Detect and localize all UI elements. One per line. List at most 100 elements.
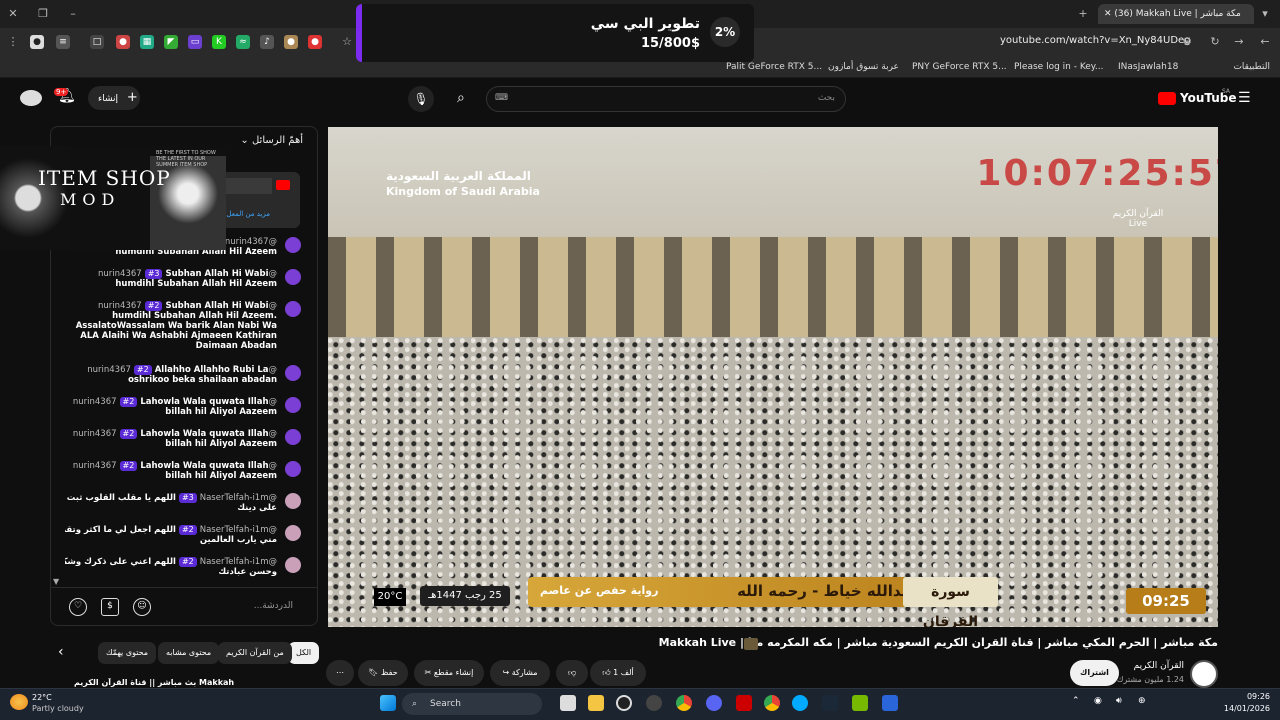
extension-icon[interactable]: ●	[116, 35, 130, 49]
avatar[interactable]	[285, 461, 301, 477]
reload-icon[interactable]: ↻	[1208, 35, 1222, 49]
avatar[interactable]	[285, 397, 301, 413]
extension-icon[interactable]: ▦	[140, 35, 154, 49]
new-tab-icon[interactable]: +	[1076, 7, 1090, 21]
bookmark-item[interactable]: PNY GeForce RTX 5...	[912, 61, 1007, 73]
extension-icon[interactable]: ▭	[188, 35, 202, 49]
speaker-icon[interactable]: ♪	[260, 35, 274, 49]
chevron-left-icon[interactable]: ‹	[58, 644, 64, 660]
scroll-down-icon[interactable]: ▼	[53, 577, 59, 586]
extension-icon[interactable]: ◤	[164, 35, 178, 49]
chat-username[interactable]: @NaserTelfah-i1m	[200, 557, 277, 567]
avatar[interactable]	[285, 269, 301, 285]
keyboard-icon[interactable]: ⌨	[495, 93, 508, 103]
app-icon[interactable]	[736, 695, 752, 711]
minimize-icon[interactable]: –	[66, 7, 80, 21]
extension-icon[interactable]: ●	[308, 35, 322, 49]
network-icon[interactable]: ◉	[1094, 696, 1102, 706]
address-bar[interactable]: youtube.com/watch?v=Xn_Ny84UDeg	[1000, 35, 1191, 46]
avatar[interactable]	[20, 90, 42, 106]
globe-icon[interactable]: ⊕	[1138, 696, 1146, 706]
chat-input[interactable]: الدردشة...	[254, 601, 293, 611]
channel-avatar[interactable]	[1190, 660, 1218, 688]
dislike-button[interactable]: 👎︎	[556, 660, 588, 686]
video-player[interactable]: المملكة العربية السعودية Kingdom of Saud…	[328, 127, 1218, 627]
chat-username[interactable]: @NaserTelfah-i1m	[200, 493, 277, 503]
discord-icon[interactable]	[706, 695, 722, 711]
chrome-icon[interactable]	[764, 695, 780, 711]
weather-icon[interactable]	[10, 694, 28, 710]
weather-temp[interactable]: 22°C	[32, 693, 52, 702]
tag-similar[interactable]: محتوى مشابه	[158, 642, 220, 664]
next-video-title[interactable]: بث مباشر || قناة القرآن الكريم Makkah	[74, 678, 318, 688]
app-icon[interactable]	[616, 695, 632, 711]
extension-icon[interactable]: ●	[284, 35, 298, 49]
tag-for-you[interactable]: محتوى يهمّك	[98, 642, 157, 664]
currency-icon[interactable]: $	[101, 598, 119, 616]
search-input[interactable]: ⌕ ⌨ بحث	[457, 86, 846, 112]
tag-all[interactable]: الكل	[288, 642, 320, 664]
hamburger-menu-icon[interactable]: ☰	[1238, 90, 1251, 106]
avatar[interactable]	[285, 429, 301, 445]
chat-username[interactable]: @NaserTelfah-i1m	[200, 525, 277, 535]
forward-icon[interactable]: →	[1232, 35, 1246, 49]
save-button[interactable]: 🔖︎ حفظ	[358, 660, 408, 686]
chat-mode-dropdown[interactable]: أهمّ الرسائل ⌄	[240, 135, 303, 146]
tray-overflow-icon[interactable]: ⌃	[1072, 696, 1080, 706]
avatar[interactable]	[285, 493, 301, 509]
extension-icon[interactable]: □	[90, 35, 104, 49]
avatar[interactable]	[285, 301, 301, 317]
avatar[interactable]	[285, 237, 301, 253]
pinned-more-link[interactable]: مزيد من المعل...	[220, 210, 270, 218]
tab-close-icon[interactable]: ✕	[1104, 9, 1114, 19]
like-button[interactable]: 👍︎ 1 ألف	[590, 660, 646, 686]
bookmark-star-icon[interactable]: ☆	[340, 35, 354, 49]
bookmark-item[interactable]: Please log in - Key...	[1014, 61, 1103, 73]
extension-icon[interactable]: ●	[30, 35, 44, 49]
file-explorer-icon[interactable]	[588, 695, 604, 711]
avatar[interactable]	[285, 365, 301, 381]
extension-icon[interactable]: ≈	[236, 35, 250, 49]
search-icon[interactable]: ⌕	[457, 90, 465, 106]
avatar[interactable]	[285, 557, 301, 573]
create-button[interactable]: إنشاء +	[88, 86, 140, 110]
avatar[interactable]	[285, 525, 301, 541]
app-icon[interactable]	[792, 695, 808, 711]
youtube-logo-icon[interactable]	[1158, 92, 1176, 105]
bookmark-item[interactable]: عربة تسوق أمازون	[828, 61, 899, 73]
bookmark-item[interactable]: Palit GeForce RTX 5...	[726, 61, 822, 73]
active-tab[interactable]: ✕ (36) Makkah Live | مكة مباشر	[1098, 4, 1254, 24]
bookmark-apps[interactable]: التطبيقات	[1233, 61, 1270, 73]
chrome-icon[interactable]	[676, 695, 692, 711]
channel-name[interactable]: القرآن الكريم	[1134, 661, 1184, 671]
close-window-icon[interactable]: ✕	[6, 7, 20, 21]
subscribe-button[interactable]: اشتراك	[1070, 660, 1119, 686]
app-icon[interactable]	[882, 695, 898, 711]
back-icon[interactable]: ←	[1258, 35, 1272, 49]
emoji-icon[interactable]: ☺	[133, 598, 151, 616]
voice-search-button[interactable]: 🎙︎	[408, 86, 434, 112]
tune-icon[interactable]: ⚙	[1180, 35, 1194, 49]
taskbar-search[interactable]: ⌕ Search	[402, 693, 542, 715]
more-actions-button[interactable]: ⋯	[326, 660, 354, 686]
start-icon[interactable]	[380, 695, 396, 711]
share-button[interactable]: ↪ مشاركة	[490, 660, 550, 686]
pinned-message-card[interactable]: مزيد من المعل...	[214, 172, 300, 228]
steam-icon[interactable]	[822, 695, 838, 711]
maximize-icon[interactable]: ❐	[36, 7, 50, 21]
tag-quran[interactable]: من القرآن الكريم	[218, 642, 292, 664]
extension-icon[interactable]: K	[212, 35, 226, 49]
settings-icon[interactable]	[646, 695, 662, 711]
heart-icon[interactable]: ♡	[69, 598, 87, 616]
taskbar-date[interactable]: 14/01/2026	[1224, 704, 1270, 713]
volume-icon[interactable]: 🔊︎	[1116, 696, 1122, 706]
taskbar-time[interactable]: 09:26	[1247, 692, 1270, 701]
extension-icon[interactable]: ≡	[56, 35, 70, 49]
menu-icon[interactable]: ⋮	[6, 35, 20, 49]
chat-username[interactable]: @nurin4367	[225, 237, 277, 247]
bookmark-item[interactable]: INasJawlah18	[1118, 61, 1178, 73]
tab-list-icon[interactable]: ▾	[1258, 7, 1272, 21]
task-view-icon[interactable]	[560, 695, 576, 711]
nvidia-icon[interactable]	[852, 695, 868, 711]
clip-button[interactable]: ✂ إنشاء مقطع	[414, 660, 484, 686]
